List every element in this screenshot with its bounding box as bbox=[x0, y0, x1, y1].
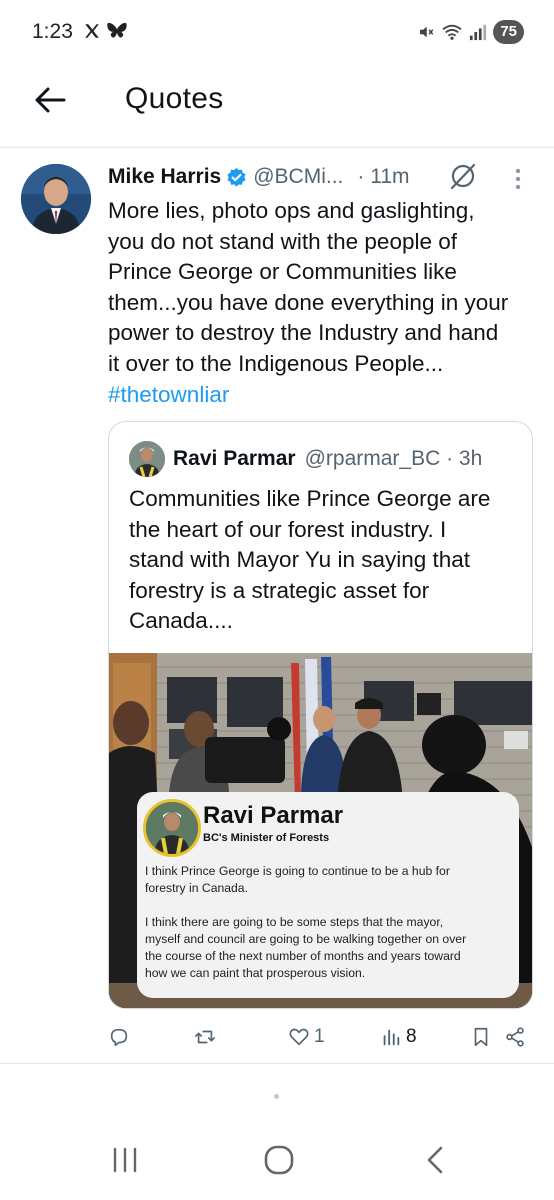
tweet-text: More lies, photo ops and gaslighting, yo… bbox=[108, 196, 532, 410]
hashtag-link[interactable]: #thetownliar bbox=[108, 382, 229, 407]
overlay-avatar bbox=[143, 799, 201, 857]
share-button[interactable] bbox=[504, 1022, 526, 1052]
views-count: 8 bbox=[406, 1026, 417, 1047]
author-name[interactable]: Mike Harris bbox=[108, 165, 221, 189]
quoted-author-name: Ravi Parmar bbox=[173, 447, 296, 470]
reply-icon bbox=[110, 1028, 128, 1047]
quote-overlay-card: Ravi Parmar BC's Minister of Forests I t… bbox=[137, 792, 519, 998]
mute-icon bbox=[420, 26, 434, 38]
page-indicator-dot bbox=[274, 1094, 279, 1099]
like-button[interactable]: 1 bbox=[288, 1022, 325, 1052]
system-nav-bar bbox=[0, 1120, 554, 1200]
status-time: 1:23 bbox=[32, 20, 73, 43]
page-title: Quotes bbox=[125, 82, 224, 115]
quoted-tweet-header: Ravi Parmar @rparmar_BC · 3h bbox=[173, 444, 482, 474]
recent-apps-button[interactable] bbox=[100, 1142, 150, 1178]
share-icon bbox=[506, 1027, 524, 1047]
views-icon bbox=[383, 1029, 400, 1046]
quoted-author-avatar[interactable] bbox=[129, 441, 165, 477]
home-icon bbox=[264, 1145, 294, 1175]
more-options-icon[interactable] bbox=[512, 167, 524, 191]
overlay-role: BC's Minister of Forests bbox=[203, 832, 330, 844]
tweet-time[interactable]: · 11m bbox=[357, 165, 409, 189]
bookmark-icon bbox=[474, 1027, 488, 1047]
signal-icon bbox=[470, 24, 487, 41]
author-handle[interactable]: @BCMi... bbox=[253, 165, 343, 189]
retweet-icon bbox=[195, 1030, 215, 1044]
home-button[interactable] bbox=[254, 1142, 304, 1178]
recent-apps-icon bbox=[113, 1147, 137, 1173]
quoted-tweet-image[interactable]: Ravi Parmar BC's Minister of Forests I t… bbox=[109, 653, 532, 1008]
status-icons: 75 bbox=[417, 19, 524, 45]
x-icon bbox=[85, 24, 99, 38]
quoted-tweet-text: Communities like Prince George are the h… bbox=[129, 486, 491, 634]
tweet-actions: 1 8 bbox=[108, 1022, 528, 1052]
back-button[interactable] bbox=[28, 80, 72, 120]
system-back-button[interactable] bbox=[410, 1142, 460, 1178]
retweet-button[interactable] bbox=[194, 1022, 220, 1052]
bookmark-button[interactable] bbox=[470, 1022, 492, 1052]
status-bar: 1:23 75 bbox=[0, 0, 554, 64]
like-count: 1 bbox=[314, 1026, 325, 1047]
wifi-icon bbox=[442, 24, 462, 40]
app-header: Quotes bbox=[0, 64, 554, 148]
battery-icon: 75 bbox=[493, 20, 524, 44]
overlay-name: Ravi Parmar bbox=[203, 802, 344, 829]
quoted-tweet-card[interactable]: Ravi Parmar @rparmar_BC · 3h Communities… bbox=[108, 421, 533, 1009]
chevron-left-icon bbox=[427, 1146, 443, 1174]
verified-badge-icon bbox=[227, 167, 246, 187]
bluesky-icon bbox=[107, 22, 127, 38]
overlay-quote-text: I think Prince George is going to contin… bbox=[145, 864, 467, 980]
grok-icon[interactable] bbox=[448, 161, 478, 191]
arrow-left-icon bbox=[35, 87, 66, 113]
reply-button[interactable] bbox=[108, 1022, 134, 1052]
quoted-author-handle: @rparmar_BC · 3h bbox=[304, 447, 483, 470]
views-button[interactable]: 8 bbox=[380, 1022, 417, 1052]
heart-icon bbox=[289, 1028, 309, 1046]
divider bbox=[0, 1063, 554, 1064]
tweet-body: More lies, photo ops and gaslighting, yo… bbox=[108, 198, 509, 376]
author-avatar[interactable] bbox=[21, 164, 91, 234]
